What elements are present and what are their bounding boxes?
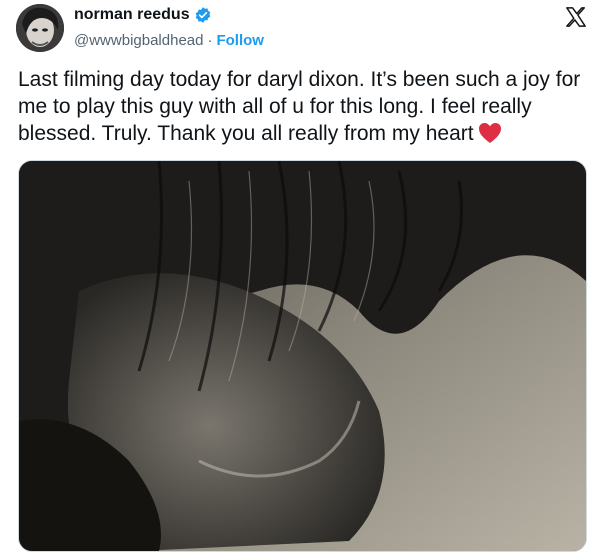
avatar[interactable] (16, 4, 64, 52)
handle[interactable]: @wwwbigbaldhead (74, 32, 203, 49)
red-heart-icon (478, 122, 502, 144)
follow-button[interactable]: Follow (216, 32, 264, 49)
separator-dot: · (207, 32, 213, 49)
tweet-photo[interactable] (18, 160, 587, 552)
tweet-card: norman reedus @wwwbigbaldhead · Follow L… (0, 0, 603, 556)
name-row: norman reedus (74, 6, 212, 24)
verified-badge-icon (194, 6, 212, 24)
handle-row: @wwwbigbaldhead · Follow (74, 32, 264, 49)
display-name[interactable]: norman reedus (74, 6, 190, 24)
tweet-header: norman reedus @wwwbigbaldhead · Follow (16, 4, 587, 54)
tweet-text: Last filming day today for daryl dixon. … (18, 66, 588, 147)
x-logo-icon[interactable] (565, 6, 587, 28)
